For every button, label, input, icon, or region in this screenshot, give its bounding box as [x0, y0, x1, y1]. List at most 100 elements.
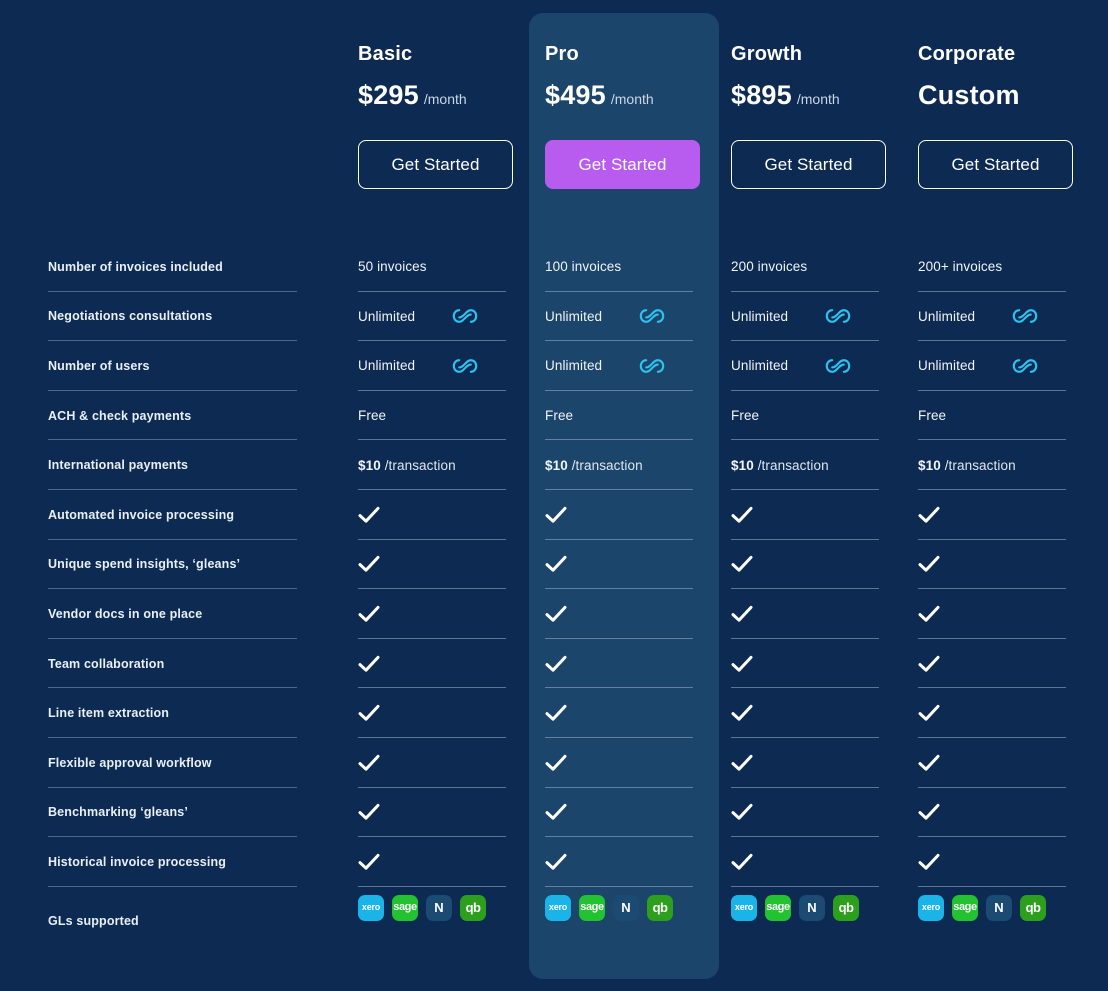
plan-name: Corporate [918, 43, 1016, 65]
infinity-icon-wrapper [825, 358, 851, 374]
get-started-button-growth[interactable]: Get Started [731, 140, 886, 189]
check-icon [358, 605, 380, 622]
value-text: $10 /transaction [545, 458, 643, 473]
check-icon-wrapper [545, 754, 567, 772]
netsuite-logo: N [986, 894, 1012, 921]
table-row: Benchmarking ‘gleans’ [0, 788, 1108, 838]
sage-logo-text: sage [766, 901, 790, 914]
xero-logo: xero [731, 894, 757, 921]
feature-value-cell [731, 639, 879, 689]
feature-value-cell [731, 589, 879, 639]
gls-supported-label-cell: GLs supported [48, 887, 297, 967]
feature-label: Number of users [48, 358, 150, 373]
plan-price-line: $895/month [731, 80, 907, 115]
value-text: Unlimited [358, 308, 416, 324]
value-unit: /transaction [384, 457, 456, 473]
infinity-icon-wrapper [1012, 308, 1038, 324]
table-row: Team collaboration [0, 639, 1108, 689]
feature-label-cell: Number of users [48, 341, 297, 391]
quickbooks-logo: qb [1020, 894, 1046, 921]
infinity-icon-wrapper [639, 358, 665, 374]
quickbooks-logo-text: qb [838, 900, 854, 916]
feature-value-cell [918, 540, 1066, 590]
plan-name: Growth [731, 43, 803, 65]
check-icon-wrapper [731, 655, 753, 673]
feature-value-cell: $10 /transaction [545, 440, 693, 490]
infinity-icon [1012, 309, 1038, 324]
get-started-button-corporate[interactable]: Get Started [918, 140, 1073, 189]
check-icon [545, 556, 567, 573]
check-icon-wrapper [358, 605, 380, 623]
check-icon [545, 506, 567, 523]
feature-value-cell: Free [731, 391, 879, 441]
get-started-button-basic[interactable]: Get Started [358, 140, 513, 189]
check-icon-wrapper [545, 704, 567, 722]
feature-label-cell: Vendor docs in one place [48, 589, 297, 639]
quickbooks-logo-text: qb [465, 900, 481, 916]
check-icon [358, 853, 380, 870]
plan-price-period: /month [610, 91, 654, 107]
sage-logo-text: sage [393, 901, 417, 914]
feature-value-cell [358, 788, 506, 838]
value-text: 50 invoices [358, 259, 427, 275]
feature-label-cell: Line item extraction [48, 688, 297, 738]
check-icon-wrapper [545, 853, 567, 871]
feature-value-cell [545, 788, 693, 838]
feature-value-cell [731, 490, 879, 540]
value-text: Free [918, 408, 947, 424]
feature-label-cell: Negotiations consultations [48, 292, 297, 342]
sage-logo-text: sage [953, 901, 977, 914]
check-icon [545, 754, 567, 771]
feature-value-cell [918, 688, 1066, 738]
sage-logo: sage [579, 894, 605, 921]
check-icon [731, 853, 753, 870]
gls-supported-value-cell: xero sage Nqb [918, 887, 1066, 967]
check-icon-wrapper [358, 853, 380, 871]
value-text: Unlimited [545, 358, 603, 374]
feature-value-cell: Free [918, 391, 1066, 441]
get-started-button-pro[interactable]: Get Started [545, 140, 700, 189]
value-text: Unlimited [358, 358, 416, 374]
feature-label: Unique spend insights, ‘gleans’ [48, 557, 241, 572]
table-row: Number of users Unlimited Unlimited Unlimit… [0, 341, 1108, 391]
table-row: Automated invoice processing [0, 490, 1108, 540]
netsuite-logo-text: N [994, 900, 1004, 916]
check-icon-wrapper [918, 555, 940, 573]
check-icon-wrapper [731, 853, 753, 871]
gls-supported-label: GLs supported [48, 913, 139, 928]
check-icon [918, 506, 940, 523]
check-icon [545, 705, 567, 721]
feature-value-cell [731, 837, 879, 887]
check-icon-wrapper [731, 605, 753, 623]
feature-value-cell: Free [358, 391, 506, 441]
value-text: $10 /transaction [358, 458, 456, 473]
check-icon-wrapper [918, 655, 940, 673]
value-amount: $10 [731, 457, 754, 473]
feature-value-cell [545, 589, 693, 639]
plan-name: Pro [545, 43, 579, 65]
quickbooks-logo-text: qb [652, 900, 668, 916]
check-icon-wrapper [918, 506, 940, 524]
plan-price: $895 [731, 80, 792, 110]
check-icon [545, 655, 567, 672]
feature-value-cell [358, 639, 506, 689]
infinity-icon [825, 359, 851, 373]
check-icon [918, 754, 940, 771]
feature-value-cell [545, 738, 693, 788]
feature-label-cell: International payments [48, 440, 297, 490]
feature-value-cell [918, 639, 1066, 689]
table-row: ACH & check payments Free Free Free Free [0, 391, 1108, 441]
value-unit: /transaction [571, 457, 643, 473]
feature-label: Negotiations consultations [48, 309, 213, 324]
value-text: $10 /transaction [731, 458, 829, 473]
netsuite-logo: N [613, 894, 639, 921]
feature-value-cell [918, 837, 1066, 887]
value-text: Unlimited [918, 358, 976, 374]
feature-value-cell [358, 688, 506, 738]
feature-value-cell [358, 490, 506, 540]
xero-logo-text: xero [548, 902, 568, 913]
gl-logo-list: xero sage Nqb [358, 887, 506, 967]
check-icon [358, 556, 380, 573]
check-icon-wrapper [545, 605, 567, 623]
feature-label-cell: Historical invoice processing [48, 837, 297, 887]
